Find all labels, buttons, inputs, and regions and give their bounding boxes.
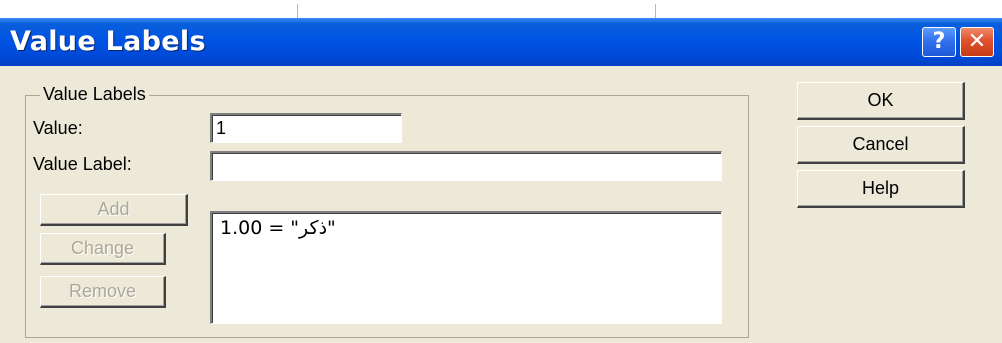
value-labels-list[interactable]: 1.00 = "ذكر" <box>210 211 722 324</box>
change-button[interactable]: Change <box>40 233 166 265</box>
value-label-input[interactable] <box>210 151 722 181</box>
close-x-icon: ✕ <box>967 29 987 54</box>
list-item[interactable]: 1.00 = "ذكر" <box>220 217 336 239</box>
dialog-title: Value Labels <box>10 26 206 57</box>
title-bar[interactable]: Value Labels ? ✕ <box>0 18 1002 66</box>
question-mark-icon: ? <box>932 29 946 54</box>
help-button[interactable]: Help <box>797 170 965 208</box>
value-label-label-text: Value Label: <box>33 154 132 174</box>
column-divider <box>297 4 298 18</box>
column-divider <box>655 4 656 18</box>
value-input[interactable] <box>210 113 402 143</box>
value-label-text: Value: <box>33 118 83 138</box>
cancel-button[interactable]: Cancel <box>797 126 965 164</box>
title-help-button[interactable]: ? <box>922 27 956 57</box>
background-window-strip <box>0 0 1002 18</box>
title-close-button[interactable]: ✕ <box>960 27 994 57</box>
add-button[interactable]: Add <box>40 194 188 226</box>
remove-button[interactable]: Remove <box>40 276 166 308</box>
ok-button[interactable]: OK <box>797 82 965 120</box>
groupbox-legend: Value Labels <box>40 84 149 105</box>
value-labels-dialog: Value Labels ? ✕ Value Labels Value: Val… <box>0 18 1002 343</box>
